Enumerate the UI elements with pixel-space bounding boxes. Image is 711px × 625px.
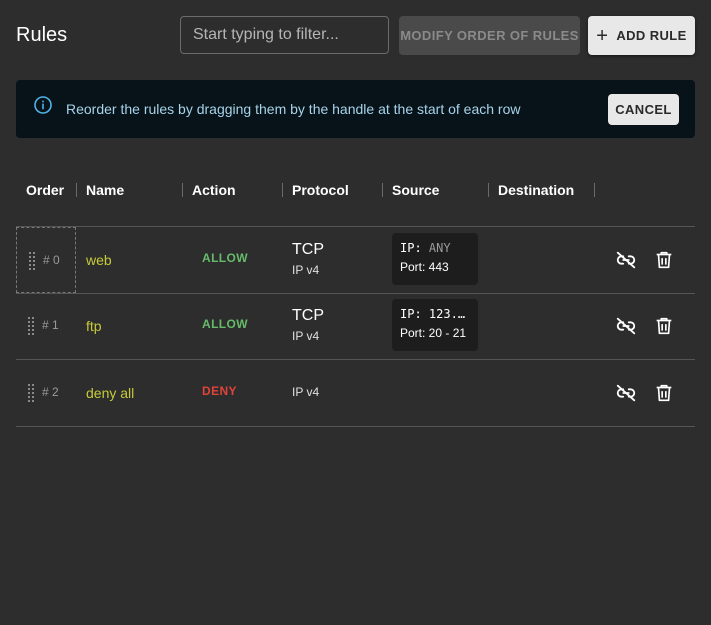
- rule-ip-version: IP v4: [292, 385, 320, 399]
- rule-order: # 1: [42, 318, 59, 332]
- source-port: Port: 443: [400, 260, 449, 274]
- link-off-icon[interactable]: [615, 382, 637, 404]
- link-off-icon[interactable]: [615, 315, 637, 337]
- trash-icon[interactable]: [653, 382, 675, 404]
- drag-handle-cell[interactable]: # 0: [16, 227, 76, 293]
- source-ip: IP: 123.…: [400, 307, 466, 321]
- rule-action: ALLOW: [202, 317, 248, 331]
- column-header-destination[interactable]: Destination: [498, 182, 574, 198]
- source-chip: IP: 123.… Port: 20 - 21: [392, 299, 478, 351]
- column-separator: [594, 183, 595, 197]
- modify-order-button[interactable]: MODIFY ORDER OF RULES: [399, 16, 580, 55]
- rule-ip-version: IP v4: [292, 329, 320, 343]
- column-header-source[interactable]: Source: [392, 182, 439, 198]
- table-row: # 1 ftp ALLOW TCP IP v4 IP: 123.… Port: …: [16, 293, 695, 360]
- source-ip: IP: ANY: [400, 241, 451, 255]
- filter-input[interactable]: [180, 16, 389, 54]
- source-chip: IP: ANY Port: 443: [392, 233, 478, 285]
- column-separator: [282, 183, 283, 197]
- add-rule-label: ADD RULE: [616, 28, 687, 43]
- drag-handle-icon: [28, 317, 34, 335]
- column-separator: [382, 183, 383, 197]
- add-rule-button[interactable]: + ADD RULE: [588, 16, 695, 55]
- info-icon: [34, 96, 52, 114]
- rule-action: ALLOW: [202, 251, 248, 265]
- column-separator: [488, 183, 489, 197]
- cancel-button[interactable]: CANCEL: [608, 94, 679, 125]
- drag-handle-icon: [28, 384, 34, 402]
- page-title: Rules: [16, 24, 68, 46]
- source-port: Port: 20 - 21: [400, 326, 467, 340]
- rule-order: # 0: [43, 253, 60, 267]
- rule-action: DENY: [202, 384, 237, 398]
- drag-handle-icon: [29, 252, 35, 270]
- rule-name: web: [86, 252, 112, 268]
- link-off-icon[interactable]: [615, 249, 637, 271]
- column-header-order[interactable]: Order: [26, 182, 64, 198]
- rule-order: # 2: [42, 385, 59, 399]
- column-separator: [76, 183, 77, 197]
- column-header-action[interactable]: Action: [192, 182, 236, 198]
- table-row: # 2 deny all DENY IP v4: [16, 360, 695, 427]
- drag-handle-cell[interactable]: # 1: [16, 293, 76, 359]
- trash-icon[interactable]: [653, 315, 675, 337]
- column-header-name[interactable]: Name: [86, 182, 124, 198]
- rule-name: deny all: [86, 385, 135, 401]
- rule-name: ftp: [86, 318, 102, 334]
- plus-icon: +: [596, 24, 609, 47]
- table-row: # 0 web ALLOW TCP IP v4 IP: ANY Port: 44…: [16, 226, 695, 294]
- table-header: Order Name Action Protocol Source Destin…: [16, 170, 695, 210]
- drag-handle-cell[interactable]: # 2: [16, 360, 76, 426]
- column-separator: [182, 183, 183, 197]
- page-header: Rules MODIFY ORDER OF RULES + ADD RULE: [0, 0, 711, 72]
- rule-protocol: TCP: [292, 307, 324, 324]
- column-header-protocol[interactable]: Protocol: [292, 182, 349, 198]
- trash-icon[interactable]: [653, 249, 675, 271]
- reorder-info-alert: Reorder the rules by dragging them by th…: [16, 80, 695, 138]
- rule-protocol: TCP: [292, 241, 324, 258]
- alert-message: Reorder the rules by dragging them by th…: [66, 101, 521, 117]
- rule-ip-version: IP v4: [292, 263, 320, 277]
